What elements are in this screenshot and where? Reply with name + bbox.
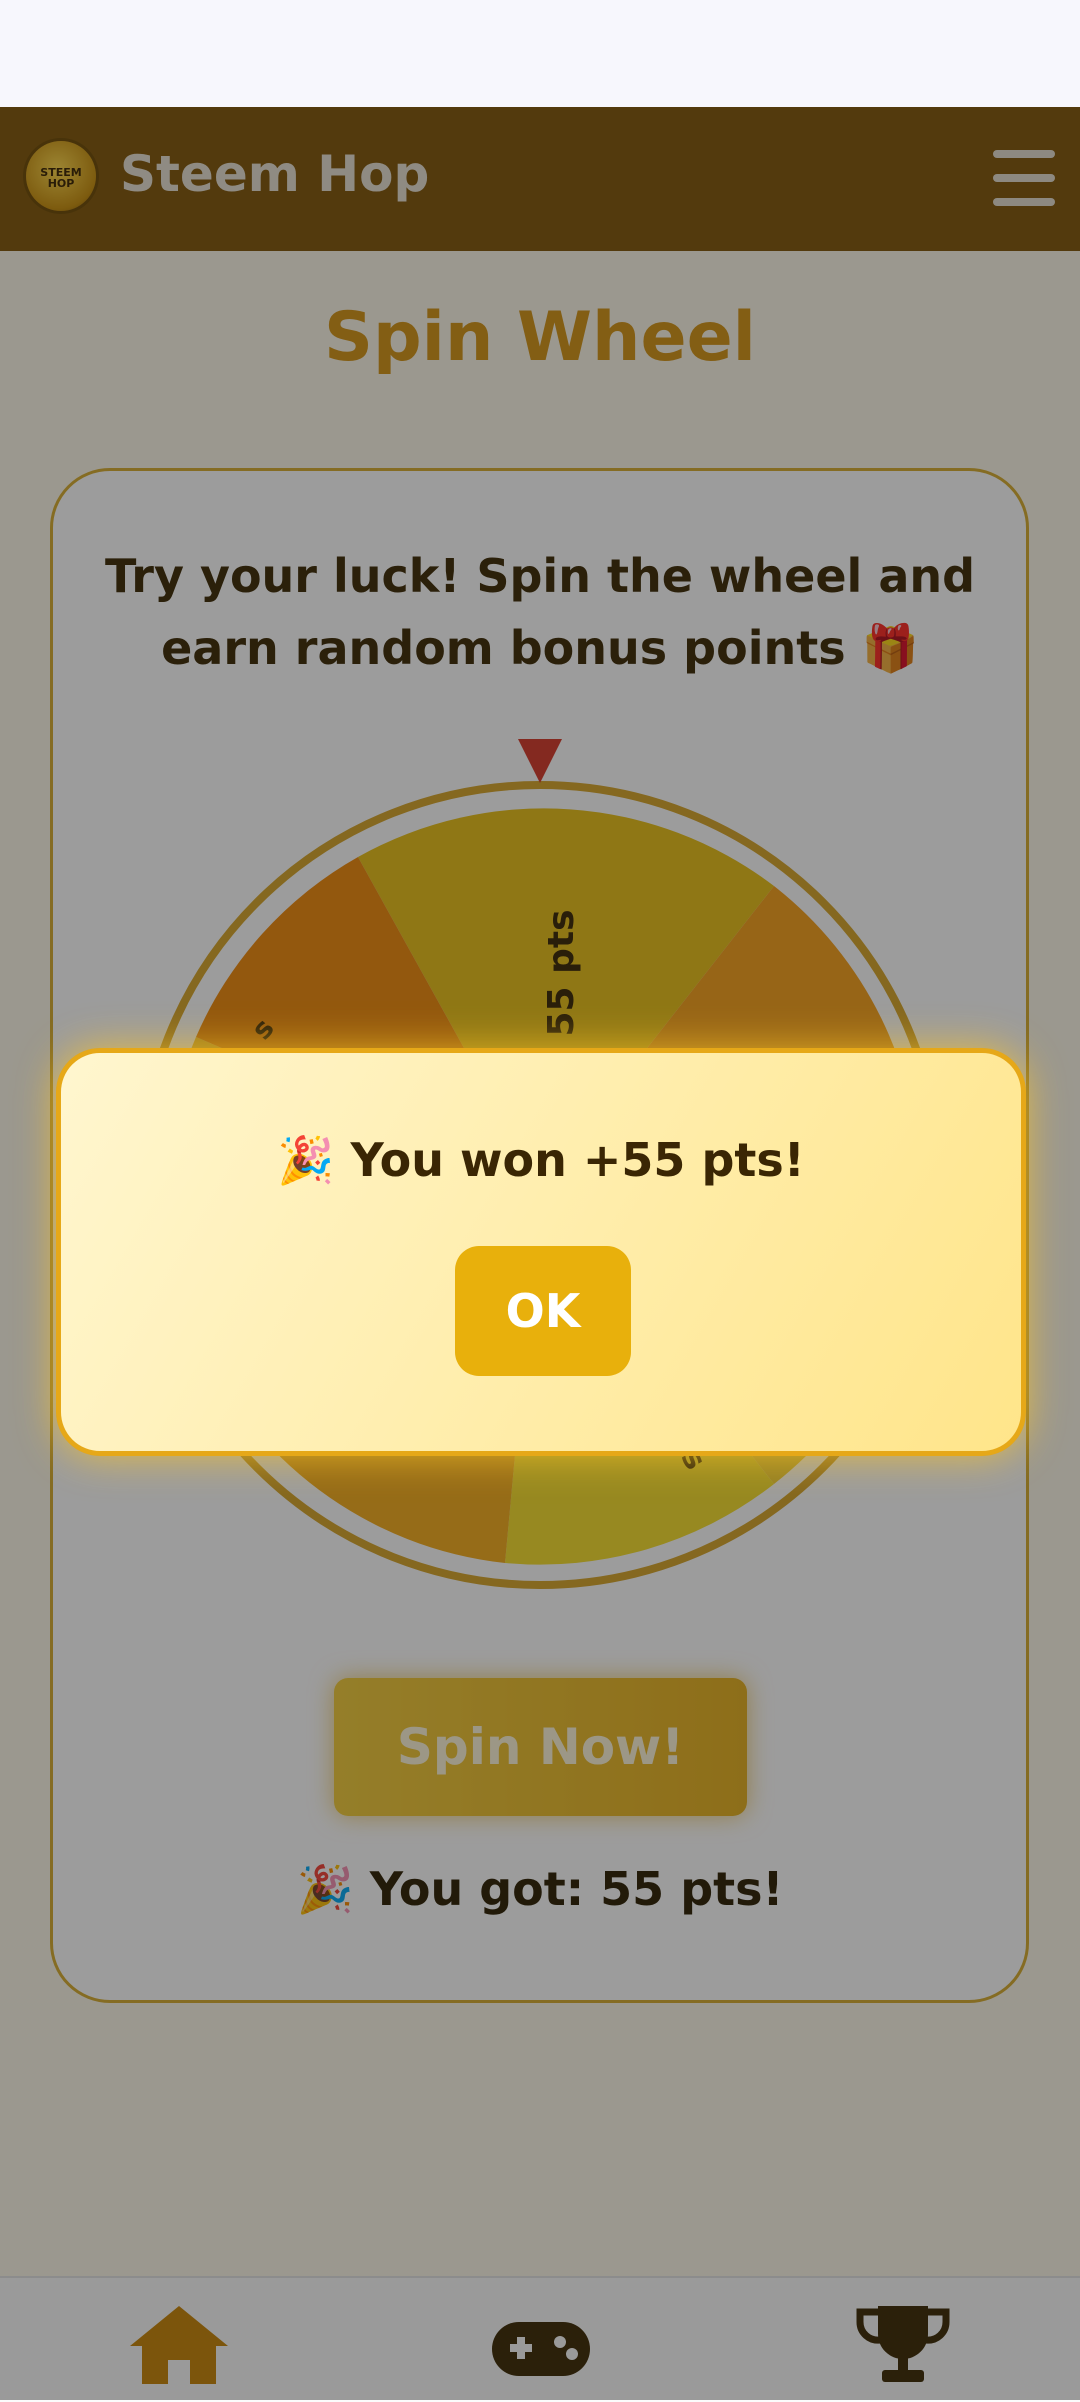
win-dialog: 🎉 You won +55 pts! OK <box>56 1048 1026 1456</box>
ok-button[interactable]: OK <box>455 1246 631 1376</box>
status-bar <box>0 0 1080 107</box>
win-message: 🎉 You won +55 pts! <box>277 1133 805 1187</box>
